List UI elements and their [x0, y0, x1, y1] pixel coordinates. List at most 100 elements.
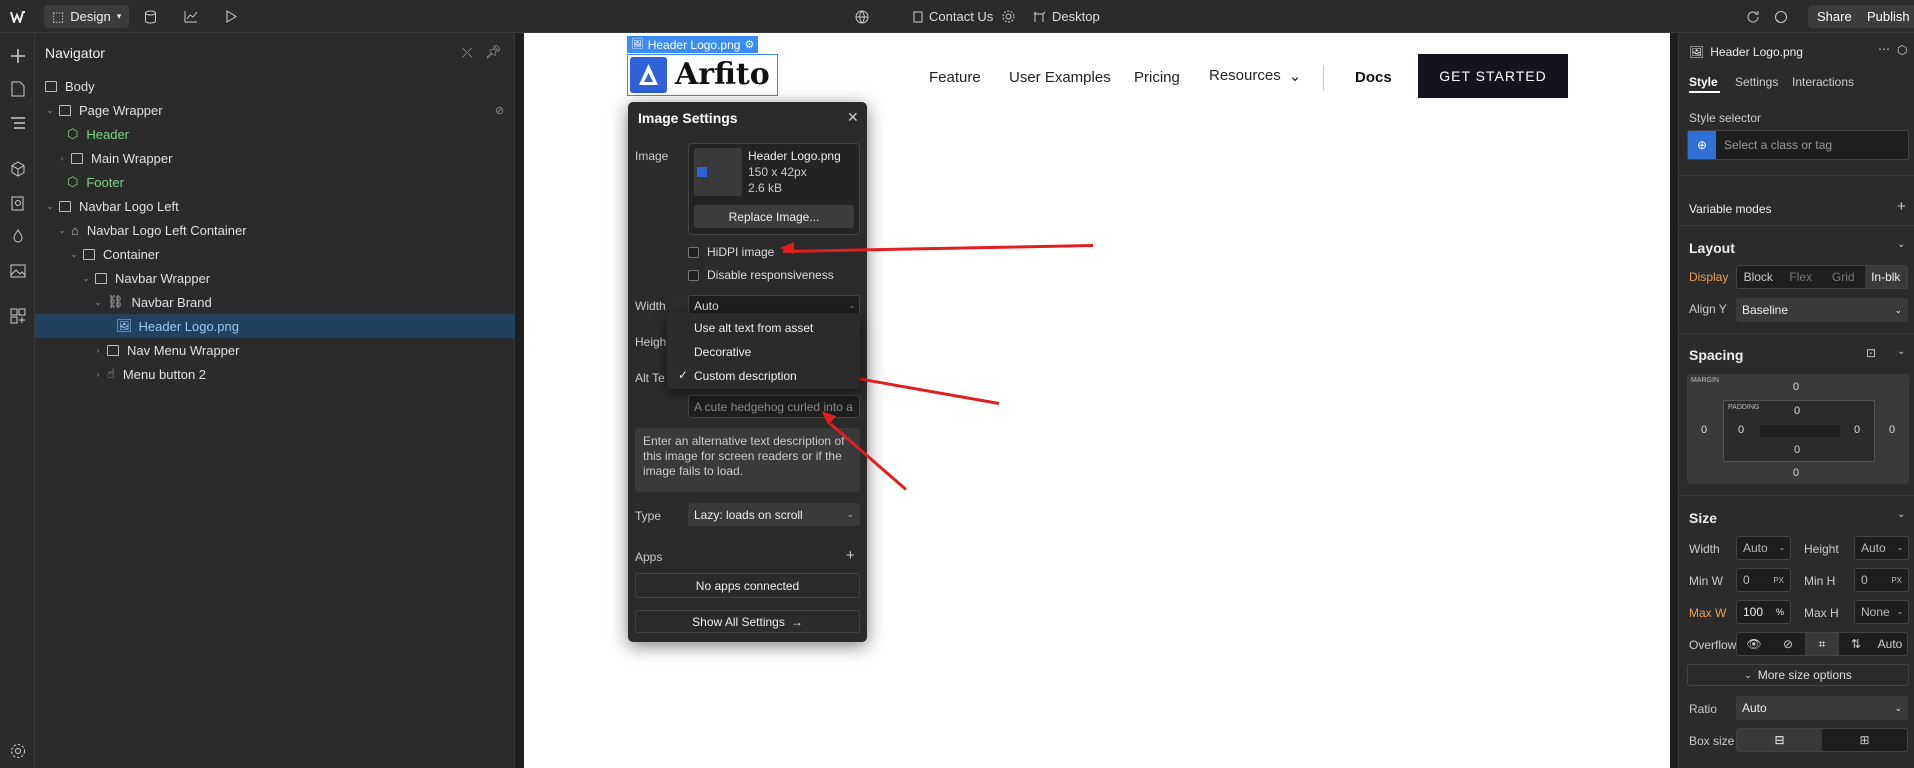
nav-item-main-wrapper[interactable]: › Main Wrapper	[35, 146, 515, 170]
page-selector[interactable]: Contact Us	[913, 0, 993, 33]
share-button[interactable]: Share	[1808, 5, 1861, 28]
tab-settings[interactable]: Settings	[1735, 75, 1778, 89]
page-settings-gear-icon[interactable]	[1002, 0, 1015, 33]
display-toggle[interactable]: Block Flex Grid In-blk	[1736, 265, 1908, 289]
chevron-down-icon[interactable]: ⌄	[45, 201, 55, 212]
pages-icon[interactable]	[8, 79, 27, 98]
nav-item-navbar-wrapper[interactable]: ⌄ Navbar Wrapper	[35, 266, 515, 290]
size-width-input[interactable]: Auto -	[1736, 536, 1791, 560]
border-box-icon[interactable]: ⊟	[1737, 729, 1822, 751]
padding-top-value[interactable]: 0	[1794, 405, 1800, 417]
overflow-visible-eye-icon[interactable]: 👁︎	[1737, 633, 1771, 655]
spacing-mode-icon[interactable]: ⊡	[1866, 346, 1876, 360]
chevron-down-icon[interactable]: ⌄	[57, 225, 67, 236]
comment-icon[interactable]	[1774, 0, 1788, 33]
nav-item-body[interactable]: Body	[35, 74, 515, 98]
chevron-down-icon[interactable]: ⌄	[1897, 346, 1905, 357]
header-logo-image[interactable]: Arfito	[627, 54, 778, 96]
show-all-settings-button[interactable]: Show All Settings →	[635, 610, 860, 633]
breakpoint-selector[interactable]: Desktop	[1033, 0, 1100, 33]
layout-section-title[interactable]: Layout	[1689, 240, 1735, 256]
box-size-toggle[interactable]: ⊟ ⊞	[1736, 728, 1908, 752]
class-selector-input[interactable]: ⊕ Select a class or tag	[1687, 130, 1909, 160]
max-width-input[interactable]: 100%	[1736, 600, 1791, 624]
nav-item-page-wrapper[interactable]: ⌄ Page Wrapper ⊘	[35, 98, 515, 122]
chevron-right-icon[interactable]: ›	[93, 369, 103, 379]
assets-icon[interactable]	[8, 261, 27, 280]
navigator-icon[interactable]	[8, 113, 27, 132]
nav-link-feature[interactable]: Feature	[929, 69, 981, 86]
padding-box[interactable]: PADDING 0 0 0 0	[1723, 400, 1875, 462]
overflow-crop-icon[interactable]: ⌗	[1805, 633, 1839, 655]
nav-item-header[interactable]: ⬡ Header	[35, 122, 515, 146]
ratio-select[interactable]: Auto ⌄	[1736, 696, 1908, 720]
close-icon[interactable]: ✕	[847, 109, 859, 126]
more-options-icon[interactable]: ⋯	[1878, 42, 1890, 56]
margin-left-value[interactable]: 0	[1701, 424, 1707, 436]
overflow-toggle[interactable]: 👁︎ ⊘ ⌗ ⇅ Auto	[1736, 632, 1908, 656]
add-app-icon[interactable]: +	[846, 547, 855, 564]
margin-bottom-value[interactable]: 0	[1793, 467, 1799, 479]
min-width-input[interactable]: 0 PX	[1736, 568, 1791, 592]
nav-link-docs[interactable]: Docs	[1355, 69, 1392, 86]
nav-item-navbar-logo-left[interactable]: ⌄ Navbar Logo Left	[35, 194, 515, 218]
selected-element-tag[interactable]: 🖼︎ Header Logo.png ⚙︎	[627, 36, 759, 53]
get-started-button[interactable]: GET STARTED	[1418, 54, 1568, 98]
align-y-select[interactable]: Baseline ⌄	[1736, 298, 1908, 322]
padding-right-value[interactable]: 0	[1854, 424, 1860, 436]
option-decorative[interactable]: Decorative	[694, 345, 751, 359]
overflow-auto[interactable]: Auto	[1873, 633, 1907, 655]
publish-button[interactable]: Publish	[1858, 5, 1914, 28]
size-section-title[interactable]: Size	[1689, 510, 1717, 526]
nav-link-pricing[interactable]: Pricing	[1134, 69, 1180, 86]
overflow-scroll-icon[interactable]: ⇅	[1839, 633, 1873, 655]
disable-responsiveness-checkbox[interactable]	[688, 269, 699, 281]
cms-icon[interactable]	[144, 0, 157, 33]
analytics-icon[interactable]	[184, 0, 198, 33]
design-mode-button[interactable]: ⬚ Design ▾	[44, 5, 130, 28]
chevron-down-icon[interactable]: ⌄	[1897, 239, 1905, 250]
add-icon[interactable]	[8, 46, 27, 65]
hidpi-checkbox[interactable]	[688, 246, 699, 258]
chevron-down-icon[interactable]: ⌄	[45, 105, 55, 116]
display-grid[interactable]: Grid	[1822, 266, 1865, 288]
settings-gear-icon[interactable]	[8, 741, 27, 760]
asset-thumbnail[interactable]	[694, 148, 742, 196]
nav-item-header-logo[interactable]: 🖼︎ Header Logo.png	[35, 314, 515, 338]
spacing-section-title[interactable]: Spacing	[1689, 347, 1743, 363]
webflow-logo-icon[interactable]	[10, 0, 28, 33]
chevron-down-icon[interactable]: ⌄	[69, 249, 79, 260]
nav-item-nav-menu-wrapper[interactable]: › Nav Menu Wrapper	[35, 338, 515, 362]
display-block[interactable]: Block	[1737, 266, 1780, 288]
nav-item-footer[interactable]: ⬡ Footer	[35, 170, 515, 194]
padding-bottom-value[interactable]: 0	[1794, 444, 1800, 456]
hidpi-row[interactable]: HiDPI image	[688, 245, 774, 259]
nav-item-container[interactable]: ⌄ Container	[35, 242, 515, 266]
overflow-hidden-icon[interactable]: ⊘	[1771, 633, 1805, 655]
nav-item-navbar-brand[interactable]: ⌄ ⛓︎ Navbar Brand	[35, 290, 515, 314]
refresh-icon[interactable]	[1746, 0, 1760, 33]
chevron-down-icon[interactable]: ⌄	[93, 297, 103, 308]
nav-link-resources[interactable]: Resources ⌄	[1209, 67, 1301, 85]
tab-interactions[interactable]: Interactions	[1792, 75, 1854, 89]
variables-icon[interactable]	[8, 227, 27, 246]
option-custom-description[interactable]: Custom description	[694, 369, 797, 383]
display-flex[interactable]: Flex	[1780, 266, 1823, 288]
padding-left-value[interactable]: 0	[1738, 424, 1744, 436]
globe-icon[interactable]	[855, 0, 869, 33]
more-size-options-button[interactable]: ⌄ More size options	[1687, 664, 1909, 686]
nav-item-menu-button-2[interactable]: › ☝︎ Menu button 2	[35, 362, 515, 386]
nav-item-navbar-logo-left-container[interactable]: ⌄ ⌂ Navbar Logo Left Container	[35, 218, 515, 242]
apps-icon[interactable]	[8, 306, 27, 325]
size-height-input[interactable]: Auto -	[1854, 536, 1909, 560]
max-height-input[interactable]: None -	[1854, 600, 1909, 624]
preview-play-icon[interactable]	[225, 0, 237, 33]
margin-right-value[interactable]: 0	[1889, 424, 1895, 436]
nav-link-user-examples[interactable]: User Examples	[1009, 69, 1111, 86]
pin-icon[interactable]: 📌︎	[485, 44, 502, 60]
option-use-alt-from-asset[interactable]: Use alt text from asset	[694, 321, 813, 335]
chevron-down-icon[interactable]: ⌄	[81, 273, 91, 284]
collapse-icon[interactable]: ⤫	[462, 45, 472, 61]
disable-responsiveness-row[interactable]: Disable responsiveness	[688, 268, 834, 282]
margin-box[interactable]: MARGIN 0 0 0 0 PADDING 0 0 0 0	[1687, 374, 1909, 484]
